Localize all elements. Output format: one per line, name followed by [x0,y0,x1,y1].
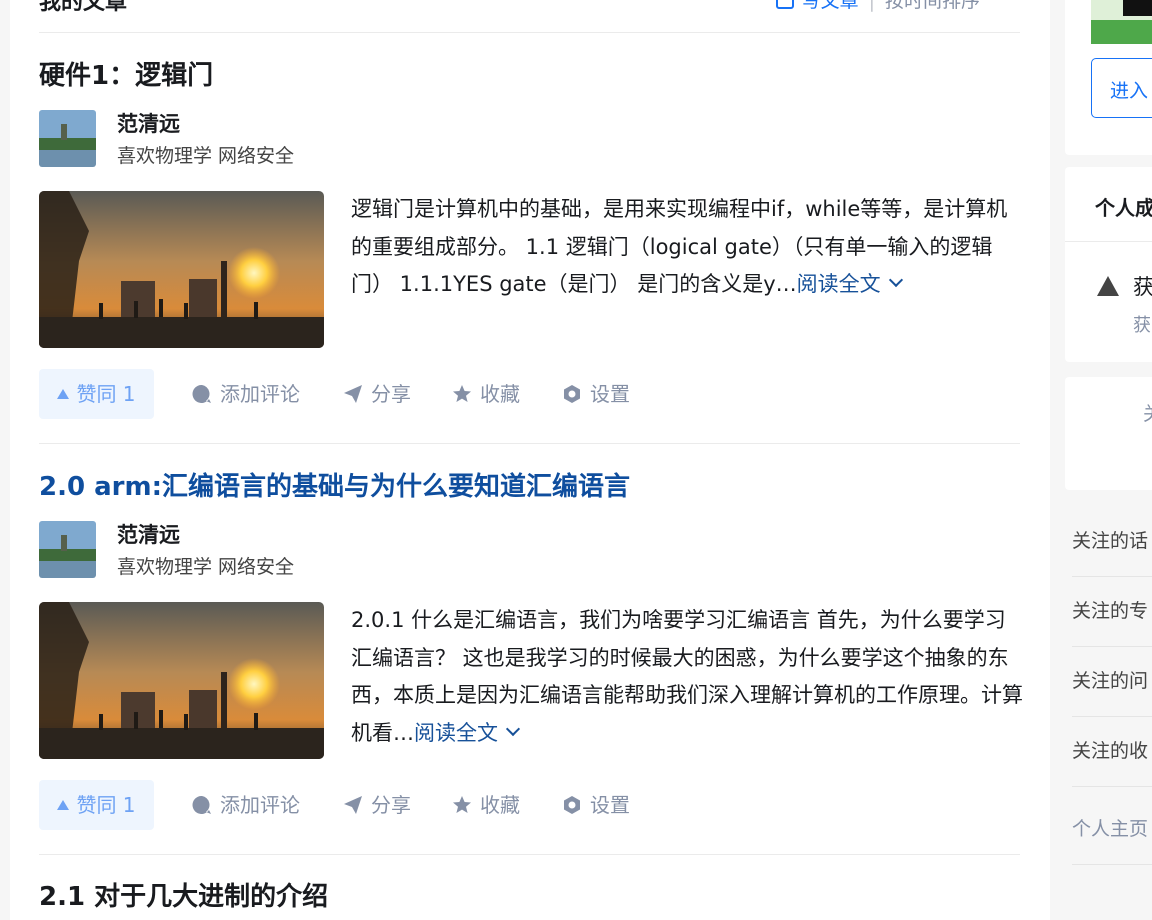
comment-icon [192,795,211,814]
settings-label: 设置 [590,793,630,817]
settings-button[interactable]: 设置 [562,780,630,830]
chevron-down-icon [888,272,903,288]
favorite-label: 收藏 [480,793,520,817]
author-bio: 喜欢物理学 网络安全 [117,556,295,578]
header-actions: 写文章 | 按时间排序 [775,0,980,13]
favorite-button[interactable]: 收藏 [452,780,520,830]
action-bar: 赞同 1 添加评论 分享 收藏 设置 [39,780,739,830]
edit-icon [775,0,794,9]
read-more-label: 阅读全文 [414,720,498,745]
gear-icon [564,796,580,814]
article-title[interactable]: 硬件1：逻辑门 [39,55,213,92]
upvote-icon [57,389,70,399]
upvote-icon [1097,276,1119,296]
sidebar-link-followed-columns[interactable]: 关注的专 [1072,576,1152,647]
sort-dropdown[interactable]: 按时间排序 [885,0,980,12]
share-icon [344,385,362,403]
settings-label: 设置 [590,382,630,406]
share-button[interactable]: 分享 [343,780,411,830]
share-label: 分享 [371,382,411,406]
author-name[interactable]: 范清远 [117,108,180,138]
comment-label: 添加评论 [220,382,300,406]
comment-icon [192,384,211,403]
share-label: 分享 [371,793,411,817]
article-title[interactable]: 2.0 arm:汇编语言的基础与为什么要知道汇编语言 [39,466,630,503]
enter-button[interactable]: 进入 [1091,58,1152,118]
article-item: 2.0 arm:汇编语言的基础与为什么要知道汇编语言 范清远 喜欢物理学 网络安… [39,466,1023,855]
gear-icon [564,385,580,403]
sidebar-link-followed-topics[interactable]: 关注的话 [1072,506,1152,577]
favorite-button[interactable]: 收藏 [452,369,520,419]
sidebar-link-homepage[interactable]: 个人主页 [1072,794,1152,865]
article-title[interactable]: 2.1 对于几大进制的介绍 [39,876,328,913]
banner-image [1091,0,1152,44]
achievements-title: 个人成 [1095,196,1152,220]
sidebar-link-followed-collections[interactable]: 关注的收 [1072,716,1152,787]
comment-label: 添加评论 [220,793,300,817]
author-name[interactable]: 范清远 [117,519,180,549]
article-item: 2.1 对于几大进制的介绍 [39,876,1020,916]
comment-button[interactable]: 添加评论 [192,780,300,830]
excerpt-text: 逻辑门是计算机中的基础，是用来实现编程中if，while等等，是计算机的重要组成… [351,197,1008,296]
follow-card-text: 关 [1143,399,1152,426]
achievement-subtext: 获 [1133,315,1151,336]
action-bar: 赞同 1 添加评论 分享 收藏 设置 [39,369,739,419]
article-item: 硬件1：逻辑门 范清远 喜欢物理学 网络安全 逻辑门是计算机中的基础，是用来实现… [39,55,1020,444]
star-icon [453,385,471,402]
article-thumbnail[interactable] [39,191,324,348]
comment-button[interactable]: 添加评论 [192,369,300,419]
write-article-button[interactable]: 写文章 [775,0,859,12]
enter-button-label: 进入 [1110,80,1149,102]
vote-label: 赞同 1 [76,382,136,406]
sidebar-link-followed-questions[interactable]: 关注的问 [1072,646,1152,717]
read-more-label: 阅读全文 [796,272,881,296]
achievement-text: 获 [1133,275,1152,299]
favorite-label: 收藏 [480,382,520,406]
star-icon [453,796,471,813]
creator-card: 进入 [1065,0,1152,155]
share-button[interactable]: 分享 [343,369,411,419]
right-sidebar: 进入 个人成 获 获 关 关注的话 关注的专 关注的问 关注的收 个人主页 [1065,0,1152,897]
vote-button[interactable]: 赞同 1 [39,369,154,419]
read-more-link[interactable]: 阅读全文 [414,720,521,745]
vote-button[interactable]: 赞同 1 [39,780,154,830]
header-separator: | [868,0,875,12]
upvote-icon [57,800,70,810]
share-icon [344,796,362,814]
section-header: 我的文章 写文章 | 按时间排序 [39,0,1020,33]
author-bio: 喜欢物理学 网络安全 [117,145,295,167]
article-excerpt[interactable]: 2.0.1 什么是汇编语言，我们为啥要学习汇编语言 首先，为什么要学习汇编语言？… [351,602,1023,752]
article-excerpt[interactable]: 逻辑门是计算机中的基础，是用来实现编程中if，while等等，是计算机的重要组成… [351,191,1023,304]
divider [1065,241,1152,242]
section-title: 我的文章 [39,0,128,15]
achievements-card: 个人成 获 获 [1065,167,1152,362]
avatar[interactable] [39,110,96,167]
article-thumbnail[interactable] [39,602,324,759]
settings-button[interactable]: 设置 [562,369,630,419]
vote-label: 赞同 1 [76,793,136,817]
read-more-link[interactable]: 阅读全文 [796,272,903,296]
write-article-label: 写文章 [801,0,859,12]
chevron-down-icon [505,721,521,736]
avatar[interactable] [39,521,96,578]
follow-card: 关 [1065,377,1152,490]
